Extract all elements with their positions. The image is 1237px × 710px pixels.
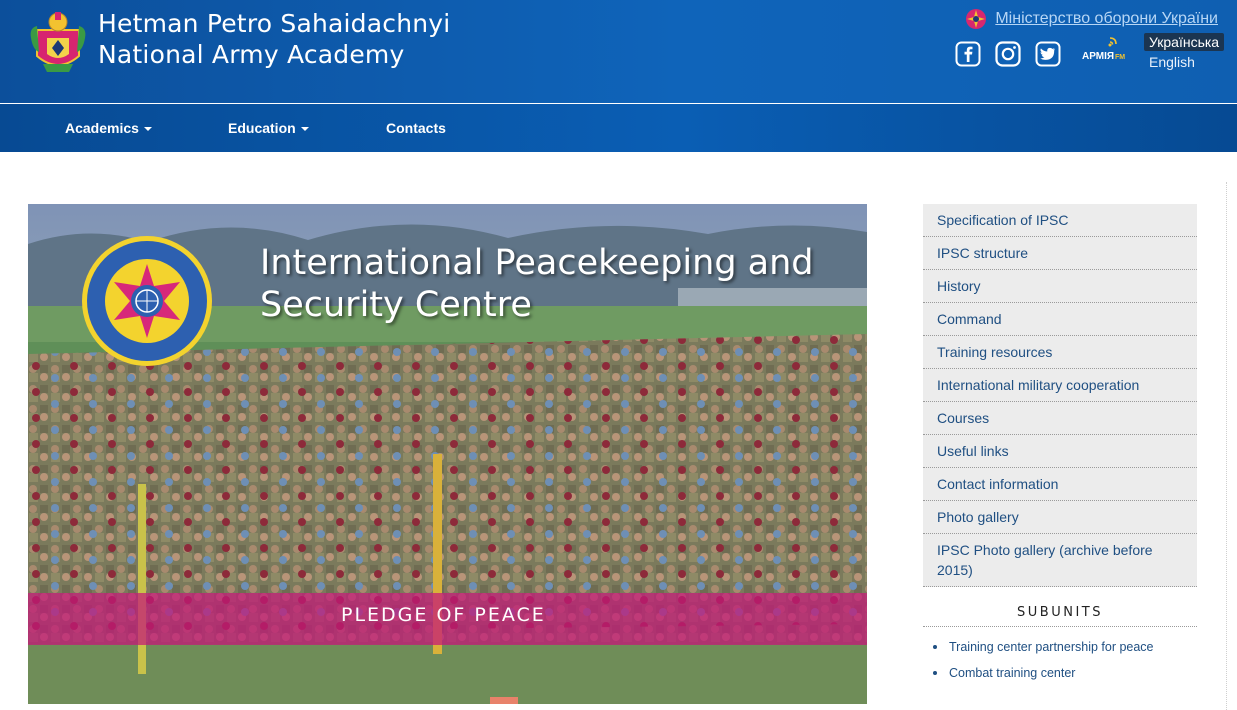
banner-title: International Peacekeeping and Security … xyxy=(260,242,860,326)
nav-contacts[interactable]: Contacts xyxy=(386,104,446,152)
army-fm-logo[interactable]: АРМІЯ FM xyxy=(1080,34,1130,64)
ministry-link[interactable]: Міністерство оборони України xyxy=(965,8,1218,30)
subunits-heading: SUBUNITS xyxy=(923,605,1197,627)
ipsc-emblem xyxy=(82,236,212,366)
sidebar-item-history[interactable]: History xyxy=(923,270,1197,303)
ministry-link-text[interactable]: Міністерство оборони України xyxy=(995,10,1218,28)
slide-indicator[interactable] xyxy=(490,697,518,704)
sidebar-item-contact-information[interactable]: Contact information xyxy=(923,468,1197,501)
subunit-combat-training-center[interactable]: Combat training center xyxy=(933,660,1197,686)
nav-contacts-label: Contacts xyxy=(386,120,446,136)
sidebar-item-useful-links[interactable]: Useful links xyxy=(923,435,1197,468)
facebook-icon[interactable] xyxy=(955,41,981,67)
twitter-icon[interactable] xyxy=(1035,41,1061,67)
language-ukrainian[interactable]: Українська xyxy=(1144,33,1225,51)
sidebar-item-military-cooperation[interactable]: International military cooperation xyxy=(923,369,1197,402)
academy-crest-logo[interactable] xyxy=(29,8,87,76)
site-title-line2: National Army Academy xyxy=(98,40,405,69)
sidebar-item-courses[interactable]: Courses xyxy=(923,402,1197,435)
banner-title-line1: International Peacekeeping and xyxy=(260,243,814,283)
chevron-down-icon xyxy=(143,127,152,132)
sidebar-item-specification[interactable]: Specification of IPSC xyxy=(923,204,1197,237)
instagram-icon[interactable] xyxy=(995,41,1021,67)
sidebar-item-photo-gallery-archive[interactable]: IPSC Photo gallery (archive before 2015) xyxy=(923,534,1197,587)
sidebar-item-structure[interactable]: IPSC structure xyxy=(923,237,1197,270)
banner-caption: PLEDGE OF PEACE xyxy=(341,604,546,626)
language-english[interactable]: English xyxy=(1149,54,1195,70)
page-divider xyxy=(1226,182,1227,710)
site-title-line1: Hetman Petro Sahaidachnyi xyxy=(98,9,451,38)
banner-title-line2: Security Centre xyxy=(260,285,532,325)
sidebar-item-command[interactable]: Command xyxy=(923,303,1197,336)
sidebar-item-training-resources[interactable]: Training resources xyxy=(923,336,1197,369)
hero-banner[interactable]: International Peacekeeping and Security … xyxy=(28,204,867,704)
sidebar-menu: Specification of IPSC IPSC structure His… xyxy=(923,204,1197,587)
svg-text:FM: FM xyxy=(1115,54,1125,61)
nav-academics[interactable]: Academics xyxy=(65,104,152,152)
nav-education[interactable]: Education xyxy=(228,104,309,152)
nav-academics-label: Academics xyxy=(65,120,139,136)
site-header: Hetman Petro Sahaidachnyi National Army … xyxy=(0,0,1237,103)
site-title[interactable]: Hetman Petro Sahaidachnyi National Army … xyxy=(98,8,450,70)
nav-education-label: Education xyxy=(228,120,296,136)
subunit-partnership-for-peace[interactable]: Training center partnership for peace xyxy=(933,634,1197,660)
subunits-list: Training center partnership for peace Co… xyxy=(923,634,1197,686)
chevron-down-icon xyxy=(300,127,309,132)
main-nav: Academics Education Contacts xyxy=(0,104,1237,152)
ministry-emblem-icon xyxy=(966,9,987,29)
sidebar: Specification of IPSC IPSC structure His… xyxy=(923,204,1197,686)
sidebar-item-photo-gallery[interactable]: Photo gallery xyxy=(923,501,1197,534)
svg-text:АРМІЯ: АРМІЯ xyxy=(1082,51,1114,62)
